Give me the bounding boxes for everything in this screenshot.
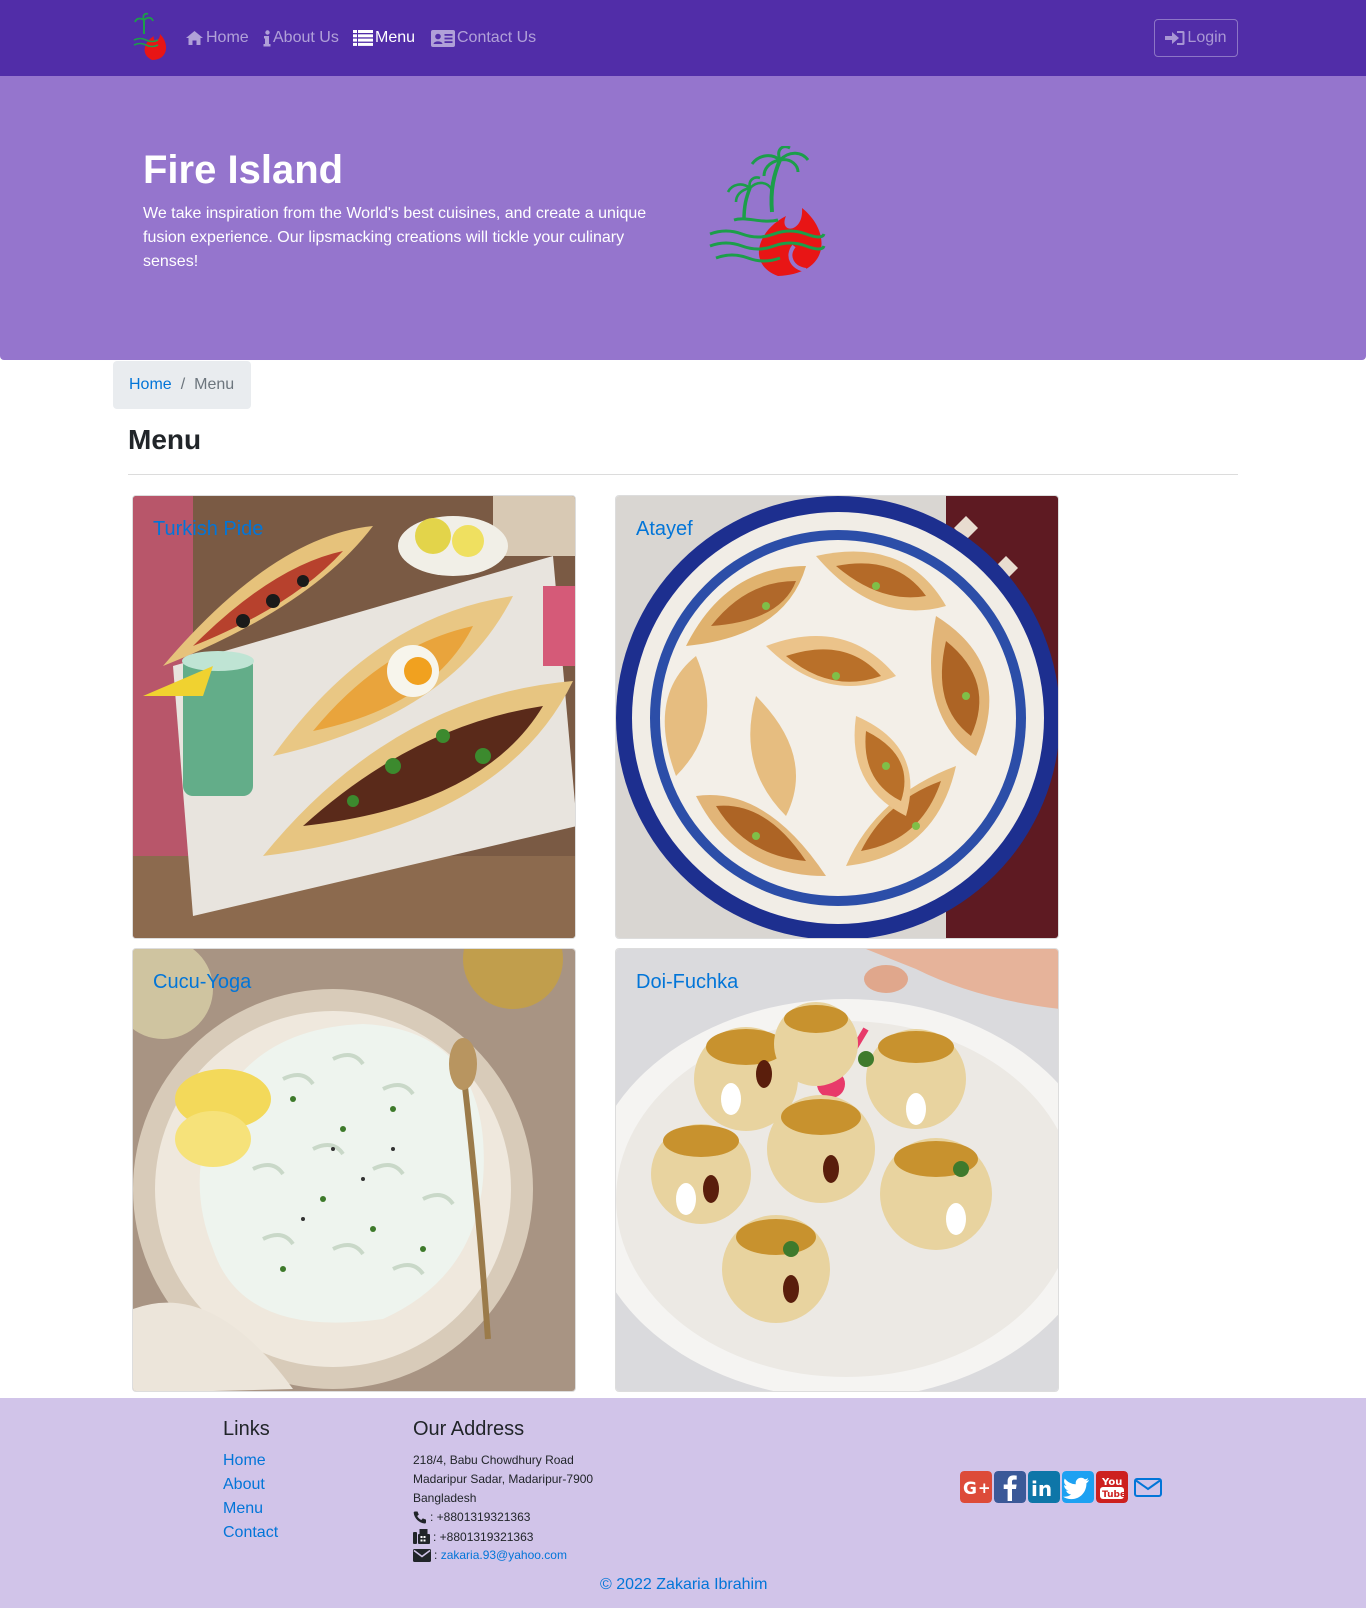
turkish-pide-image	[133, 496, 575, 938]
copyright: © 2022 Zakaria Ibrahim	[600, 1576, 768, 1593]
home-icon	[186, 31, 203, 45]
footer-link-about[interactable]: About	[223, 1476, 265, 1494]
heading-divider	[128, 474, 1238, 475]
atayef-image	[616, 496, 1058, 938]
dish-title: Doi-Fuchka	[636, 971, 739, 993]
email-separator: :	[434, 1548, 438, 1562]
fax-number: : +8801319321363	[433, 1529, 534, 1544]
navbar: Home About Us Menu Contact Us Login	[0, 0, 1366, 76]
login-button[interactable]: Login	[1154, 19, 1238, 57]
hero-logo	[709, 146, 826, 276]
list-icon	[353, 30, 373, 46]
dish-card-turkish-pide[interactable]: Turkish Pide	[132, 495, 576, 939]
nav-home-label: Home	[206, 29, 249, 46]
phone-icon	[413, 1511, 426, 1524]
footer-links-heading: Links	[223, 1418, 270, 1440]
page-title: Menu	[128, 424, 202, 455]
email-line: : zakaria.93@yahoo.com	[413, 1548, 567, 1562]
svg-text:in: in	[1031, 1477, 1052, 1501]
address-line-3: Bangladesh	[413, 1491, 477, 1505]
cucu-yoga-image	[133, 949, 575, 1391]
email-link[interactable]: zakaria.93@yahoo.com	[441, 1548, 567, 1562]
google-plus-icon[interactable]: G +	[960, 1471, 992, 1503]
breadcrumb-separator: /	[180, 376, 186, 393]
facebook-icon[interactable]	[994, 1471, 1026, 1503]
login-label: Login	[1187, 29, 1227, 46]
twitter-icon[interactable]	[1062, 1471, 1094, 1503]
footer-link-home[interactable]: Home	[223, 1452, 266, 1470]
envelope-outline-icon[interactable]	[1132, 1471, 1164, 1503]
brand-logo[interactable]	[130, 12, 172, 62]
nav-contact[interactable]: Contact Us	[431, 26, 536, 50]
footer: Links Home About Menu Contact Our Addres…	[0, 1398, 1366, 1608]
sign-in-icon	[1165, 31, 1185, 45]
footer-address-heading: Our Address	[413, 1418, 525, 1440]
nav-about-label: About Us	[273, 29, 339, 46]
nav-contact-label: Contact Us	[457, 29, 537, 46]
svg-text:You: You	[1101, 1477, 1122, 1488]
breadcrumb-current: Menu	[194, 376, 235, 393]
footer-link-menu[interactable]: Menu	[223, 1500, 263, 1518]
youtube-icon[interactable]: You Tube	[1096, 1471, 1128, 1503]
nav-home[interactable]: Home	[185, 26, 249, 50]
hero-description: We take inspiration from the World's bes…	[143, 205, 647, 270]
info-icon	[263, 29, 271, 46]
svg-text:Tube: Tube	[1102, 1490, 1126, 1500]
dish-title: Cucu-Yoga	[153, 971, 252, 993]
address-card-icon	[431, 29, 455, 47]
dish-card-atayef[interactable]: Atayef	[615, 495, 1059, 939]
address-line-2: Madaripur Sadar, Madaripur-7900	[413, 1472, 594, 1486]
breadcrumb: Home / Menu	[113, 361, 251, 409]
dish-card-cucu-yoga[interactable]: Cucu-Yoga	[132, 948, 576, 1392]
address-line-1: 218/4, Babu Chowdhury Road	[413, 1453, 574, 1467]
fax-line: : +8801319321363	[413, 1529, 533, 1544]
nav-menu[interactable]: Menu	[353, 26, 415, 50]
nav-menu-label: Menu	[375, 29, 416, 46]
linkedin-icon[interactable]: in	[1028, 1471, 1060, 1503]
phone-line: : +8801319321363	[413, 1510, 530, 1524]
hero-title: Fire Island	[143, 148, 344, 192]
phone-number: : +8801319321363	[430, 1510, 531, 1524]
footer-link-contact[interactable]: Contact	[223, 1524, 278, 1542]
envelope-icon	[413, 1548, 431, 1562]
nav-about[interactable]: About Us	[263, 26, 339, 50]
breadcrumb-home-link[interactable]: Home	[129, 376, 172, 394]
hero-banner: Fire Island We take inspiration from the…	[0, 76, 1366, 360]
dish-title: Turkish Pide	[153, 518, 264, 540]
dish-card-doi-fuchka[interactable]: Doi-Fuchka	[615, 948, 1059, 1392]
svg-text:+: +	[978, 1479, 991, 1497]
dish-title: Atayef	[636, 518, 693, 540]
svg-text:G: G	[963, 1479, 977, 1499]
doi-fuchka-image	[616, 949, 1058, 1391]
fax-icon	[413, 1529, 430, 1544]
